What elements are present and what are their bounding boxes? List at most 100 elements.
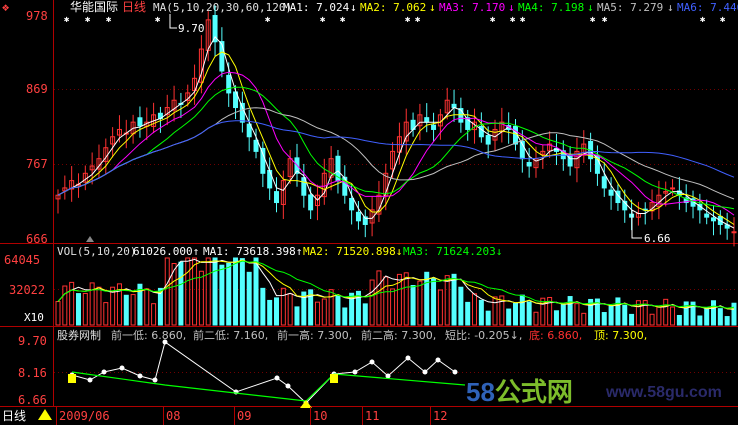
price-axis: 978 869 767 666 bbox=[26, 9, 48, 246]
volume-bar bbox=[403, 272, 409, 326]
indicator-panel[interactable] bbox=[68, 339, 466, 409]
candle-body bbox=[226, 74, 232, 94]
volume-bar bbox=[246, 271, 252, 326]
volume-bar bbox=[130, 294, 136, 326]
volume-bar bbox=[144, 288, 150, 326]
signal-star-icon: ✱ bbox=[155, 15, 161, 25]
volume-bar bbox=[96, 286, 102, 326]
volume-bar bbox=[260, 287, 266, 326]
indicator-point bbox=[285, 383, 291, 389]
indicator-point bbox=[152, 377, 158, 383]
volume-bar bbox=[533, 311, 539, 326]
volume-bar bbox=[103, 302, 109, 326]
volume-bar bbox=[198, 270, 204, 326]
stock-chart[interactable]: ❖ 华能国际 日线 MA(5,10,20,30,60,120) MA1: 7.0… bbox=[0, 0, 738, 425]
price-label-bottom: 666 bbox=[26, 232, 48, 246]
volume-bar bbox=[212, 257, 218, 326]
volume-unit: X10 bbox=[24, 311, 44, 324]
volume-bar bbox=[205, 257, 211, 326]
volume-bar bbox=[321, 298, 327, 326]
ma-line-3 bbox=[57, 71, 735, 216]
volume-bar bbox=[253, 257, 259, 326]
date-label-6: 12 bbox=[433, 409, 447, 423]
indicator-point bbox=[452, 369, 458, 375]
volume-bar bbox=[526, 301, 532, 326]
volume-bar bbox=[431, 278, 437, 326]
volume-bar bbox=[574, 303, 580, 326]
signal-star-icon: ✱ bbox=[85, 15, 91, 25]
price-panel[interactable]: ✱ ✱ ✱ ✱ ✱ ✱ ✱ ✱ ✱ ✱ ✱ ✱ ✱ ✱ ✱ ✱ bbox=[55, 5, 737, 247]
indicator-point bbox=[137, 373, 143, 379]
volume-bar bbox=[390, 288, 396, 326]
date-label-3: 09 bbox=[237, 409, 251, 423]
indicator-item-2: 前二低: 7.160, bbox=[193, 328, 268, 342]
signal-star-icon: ✱ bbox=[602, 15, 608, 25]
volume-bar bbox=[226, 262, 232, 326]
candle-body bbox=[485, 135, 491, 145]
indicator-point bbox=[385, 373, 391, 379]
volume-bar bbox=[704, 307, 710, 326]
indicator-point bbox=[405, 355, 411, 361]
volume-bar bbox=[362, 303, 368, 326]
volume-bar bbox=[82, 292, 88, 326]
volume-bar bbox=[410, 285, 416, 326]
indicator-point bbox=[119, 365, 125, 371]
volume-bar bbox=[110, 286, 116, 326]
volume-bar bbox=[615, 297, 621, 326]
volume-bar bbox=[581, 312, 587, 326]
candle-body bbox=[253, 139, 259, 152]
date-label-4: 10 bbox=[313, 409, 327, 423]
volume-bar bbox=[451, 273, 457, 326]
volume-bar bbox=[663, 298, 669, 326]
candle-body bbox=[526, 162, 532, 167]
volume-bar bbox=[724, 316, 730, 326]
indicator-point bbox=[162, 339, 168, 345]
volume-bar bbox=[178, 261, 184, 326]
date-label-1: 2009/06 bbox=[59, 409, 110, 423]
volume-bar bbox=[444, 275, 450, 326]
candle-body bbox=[704, 213, 710, 218]
indicator-axis-label-2: 8.16 bbox=[18, 366, 47, 380]
signal-star-icon: ✱ bbox=[265, 15, 271, 25]
site-watermark: 58公式网 www.58gu.com bbox=[466, 370, 736, 422]
volume-bar bbox=[383, 276, 389, 326]
ma-item-3: MA3: 7.170 bbox=[439, 1, 505, 14]
volume-bar bbox=[731, 302, 737, 326]
indicator-point bbox=[435, 357, 441, 363]
volume-bar bbox=[608, 305, 614, 326]
volume-bar bbox=[676, 314, 682, 326]
watermark-cn: 公式网 bbox=[494, 377, 573, 407]
volume-bar bbox=[164, 257, 170, 326]
period-tab[interactable]: 日线 bbox=[2, 409, 26, 423]
date-bar: 日线 2009/06 08 09 10 11 12 bbox=[2, 407, 447, 425]
volume-bar bbox=[656, 306, 662, 326]
indicator-point bbox=[369, 359, 375, 365]
indicator-point bbox=[274, 375, 280, 381]
indicator-item-3: 前一高: 7.300, bbox=[277, 328, 352, 342]
volume-bar bbox=[629, 313, 635, 326]
candle-body bbox=[349, 198, 355, 211]
volume-panel[interactable] bbox=[55, 257, 737, 326]
volume-bar bbox=[458, 286, 464, 326]
ma-item-1: MA1: 7.024 bbox=[283, 1, 350, 14]
watermark-logo: 58公式网 bbox=[466, 372, 573, 409]
volume-bar bbox=[506, 308, 512, 326]
candle-body bbox=[608, 189, 614, 196]
ma-label: MA(5,10,20,30,60,120) bbox=[153, 1, 292, 14]
volume-bar bbox=[294, 306, 300, 326]
signal-star-icon: ✱ bbox=[64, 15, 70, 25]
volume-bar bbox=[219, 264, 225, 326]
volume-bar bbox=[369, 279, 375, 326]
ma-arrow-2: ↓ bbox=[429, 1, 436, 14]
volume-bar bbox=[465, 301, 471, 326]
indicator-green-line bbox=[71, 371, 466, 402]
signal-star-icon: ✱ bbox=[590, 15, 596, 25]
volume-ma-2: MA2: 71520.898↓ bbox=[303, 245, 402, 258]
date-label-5: 11 bbox=[365, 409, 379, 423]
candle-body bbox=[567, 153, 573, 167]
volume-bar bbox=[670, 306, 676, 326]
indicator-item-5: 短比: -0.205↓, bbox=[445, 328, 522, 342]
volume-value: 61026.000↑ bbox=[133, 245, 199, 258]
indicator-point bbox=[352, 369, 358, 375]
volume-bar bbox=[376, 270, 382, 326]
